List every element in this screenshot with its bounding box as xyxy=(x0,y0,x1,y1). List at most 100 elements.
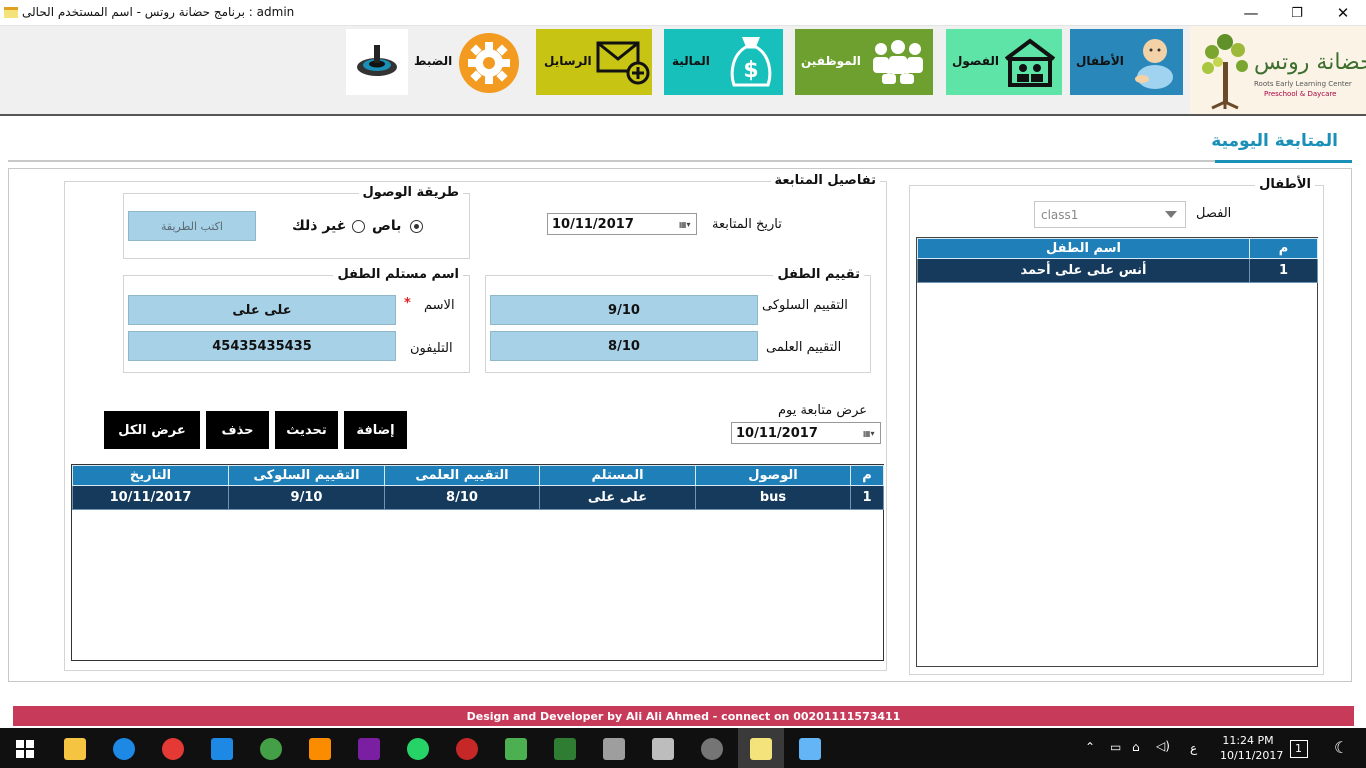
nav-messages-button[interactable]: الرسايل xyxy=(536,29,652,95)
column-header-academic[interactable]: التقييم العلمى xyxy=(384,465,540,486)
column-header-behavior[interactable]: التقييم السلوكى xyxy=(228,465,385,486)
followup-date-value: 10/11/2017 xyxy=(552,216,634,232)
receiver-phone-field[interactable]: 45435435435 xyxy=(128,331,396,361)
opera-icon[interactable] xyxy=(162,738,184,760)
page-title: المتابعة اليومية xyxy=(1211,131,1338,151)
radio-bus-label[interactable]: باص xyxy=(372,218,401,234)
add-button[interactable]: إضافة xyxy=(344,411,407,449)
paint-icon[interactable] xyxy=(799,738,821,760)
academic-cell[interactable]: 8/10 xyxy=(384,485,540,510)
other-method-input[interactable]: اكتب الطريقة xyxy=(128,211,256,241)
power-button[interactable] xyxy=(346,29,408,95)
class-label: الفصل xyxy=(1196,206,1232,221)
camtasia-icon[interactable] xyxy=(505,738,527,760)
whatsapp-icon[interactable] xyxy=(407,738,429,760)
evaluation-title: تقييم الطفل xyxy=(773,267,864,282)
window-title: برنامج حضانة روتس - اسم المستخدم الحالى … xyxy=(22,5,295,19)
column-header-receiver[interactable]: المستلم xyxy=(539,465,696,486)
nav-classes-label: الفصول xyxy=(952,54,1000,68)
logo-tagline: Preschool & Daycare xyxy=(1264,90,1337,98)
column-header-child-name[interactable]: اسم الطفل xyxy=(917,238,1250,259)
sql-server-icon[interactable] xyxy=(554,738,576,760)
behavior-rating-label: التقييم السلوكى xyxy=(762,298,848,313)
column-header-number[interactable]: م xyxy=(1249,238,1318,259)
tools-icon[interactable] xyxy=(652,738,674,760)
child-number-cell[interactable]: 1 xyxy=(1249,258,1318,283)
settings-gear-taskbar-icon[interactable] xyxy=(701,738,723,760)
network-icon[interactable]: ⌂ xyxy=(1132,740,1140,754)
explorer-window-icon[interactable] xyxy=(603,738,625,760)
receiver-name-field[interactable]: على على xyxy=(128,295,396,325)
notification-icon[interactable]: 1 xyxy=(1290,740,1308,758)
minimize-button[interactable]: — xyxy=(1228,0,1274,26)
radio-bus-dot xyxy=(414,224,419,229)
children-panel-title: الأطفال xyxy=(1255,177,1315,192)
arrival-title: طريقة الوصول xyxy=(358,185,463,200)
calendar-icon[interactable]: ▦▾ xyxy=(679,217,693,231)
nav-children-button[interactable]: الأطفال xyxy=(1070,29,1183,95)
arrival-cell[interactable]: bus xyxy=(695,485,851,510)
teamviewer-icon[interactable] xyxy=(211,738,233,760)
nav-classes-button[interactable]: الفصول xyxy=(946,29,1062,95)
class-select-value: class1 xyxy=(1041,208,1079,222)
visual-studio-icon[interactable] xyxy=(358,738,380,760)
chevron-down-icon xyxy=(1165,211,1177,218)
battery-icon[interactable]: ▭ xyxy=(1110,740,1121,754)
svg-text:$: $ xyxy=(743,58,758,83)
view-day-date-picker[interactable]: 10/11/2017 ▦▾ xyxy=(731,422,881,444)
column-header-date[interactable]: التاريخ xyxy=(72,465,229,486)
download-manager-icon[interactable] xyxy=(456,738,478,760)
radio-other[interactable] xyxy=(352,220,365,233)
academic-rating-field[interactable]: 8/10 xyxy=(490,331,758,361)
title-bar: برنامج حضانة روتس - اسم المستخدم الحالى … xyxy=(0,0,1366,26)
calendar-icon[interactable]: ▦▾ xyxy=(863,426,877,440)
page-title-divider xyxy=(8,160,1352,162)
language-indicator[interactable]: ع xyxy=(1190,741,1197,755)
academic-rating-label: التقييم العلمى xyxy=(766,340,842,355)
chevron-up-icon[interactable]: ⌃ xyxy=(1085,740,1095,754)
money-bag-icon: $ xyxy=(730,37,772,87)
child-name-cell[interactable]: أنس على على أحمد xyxy=(917,258,1250,283)
receiver-cell[interactable]: على على xyxy=(539,485,696,510)
behavior-rating-field[interactable]: 9/10 xyxy=(490,295,758,325)
nursery-app-taskbar-icon[interactable] xyxy=(750,738,772,760)
nav-employees-button[interactable]: الموظفين xyxy=(795,29,933,95)
radio-bus[interactable] xyxy=(410,220,423,233)
column-header-arrival[interactable]: الوصول xyxy=(695,465,851,486)
receiver-name-label: الاسم xyxy=(424,298,455,313)
gear-icon xyxy=(459,33,519,93)
class-select[interactable]: class1 xyxy=(1034,201,1186,228)
table-row[interactable]: 10/11/2017 9/10 8/10 على على bus 1 xyxy=(72,485,884,510)
followup-date-picker[interactable]: 10/11/2017 ▦▾ xyxy=(547,213,697,235)
chrome-icon[interactable] xyxy=(260,738,282,760)
radio-other-label[interactable]: غير ذلك xyxy=(292,218,346,234)
nav-employees-label: الموظفين xyxy=(801,54,861,68)
file-explorer-icon[interactable] xyxy=(64,738,86,760)
restore-button[interactable]: ❐ xyxy=(1274,0,1320,26)
footer-credit: Design and Developer by Ali Ali Ahmed - … xyxy=(13,706,1354,726)
show-all-button[interactable]: عرض الكل xyxy=(104,411,200,449)
volume-icon[interactable]: ◁) xyxy=(1156,739,1170,753)
behavior-cell[interactable]: 9/10 xyxy=(228,485,385,510)
update-button[interactable]: تحديث xyxy=(275,411,338,449)
close-button[interactable]: ✕ xyxy=(1320,0,1366,26)
logo-subtitle: Roots Early Learning Center xyxy=(1254,80,1352,88)
nav-finance-button[interactable]: المالية $ xyxy=(664,29,783,95)
xampp-icon[interactable] xyxy=(309,738,331,760)
table-row[interactable]: أنس على على أحمد 1 xyxy=(917,258,1318,283)
column-header-number[interactable]: م xyxy=(850,465,884,486)
number-cell[interactable]: 1 xyxy=(850,485,884,510)
moon-icon[interactable]: ☾ xyxy=(1334,738,1348,757)
delete-button[interactable]: حذف xyxy=(206,411,269,449)
clock-date: 10/11/2017 xyxy=(1220,749,1284,762)
children-grid: اسم الطفل م أنس على على أحمد 1 xyxy=(916,237,1318,667)
windows-start-icon[interactable] xyxy=(16,740,34,758)
date-cell[interactable]: 10/11/2017 xyxy=(72,485,229,510)
nav-settings-button[interactable]: الضبط xyxy=(408,29,520,95)
nav-messages-label: الرسايل xyxy=(544,54,592,68)
edge-icon[interactable] xyxy=(113,738,135,760)
followup-grid: التاريخ التقييم السلوكى التقييم العلمى ا… xyxy=(71,464,884,661)
required-mark: * xyxy=(404,296,411,311)
nav-finance-label: المالية xyxy=(672,54,710,68)
system-clock[interactable]: 11:24 PM 10/11/2017 xyxy=(1220,733,1284,763)
